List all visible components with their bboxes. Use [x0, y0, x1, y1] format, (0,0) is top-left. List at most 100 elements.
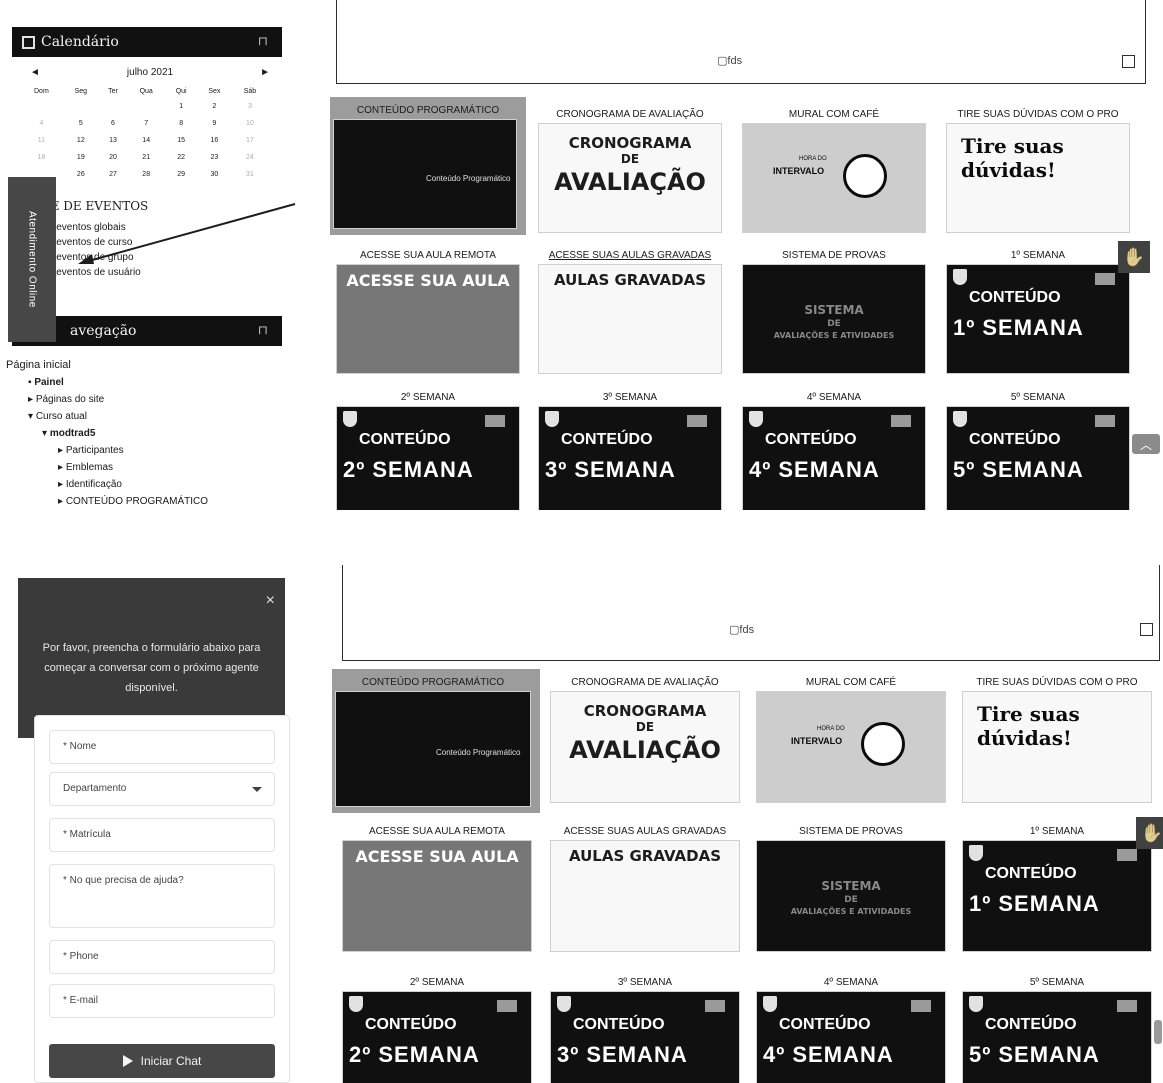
matricula-field[interactable]: * Matrícula	[49, 818, 275, 852]
calendar-day[interactable]: 1	[165, 98, 197, 115]
name-field[interactable]: * Nome	[49, 730, 275, 764]
tile-semana-1[interactable]: 1º SEMANA CONTEÚDO 1º SEMANA	[962, 824, 1152, 952]
dock-icon[interactable]: ⊓	[258, 323, 268, 337]
calendar-day[interactable]: 6	[99, 115, 127, 132]
calendar-day[interactable]: 13	[99, 132, 127, 149]
tile-semana-3[interactable]: 3º SEMANA CONTEÚDO 3º SEMANA	[550, 975, 740, 1083]
tile-sistema-provas[interactable]: SISTEMA DE PROVAS SISTEMA DE AVALIAÇÕES …	[742, 248, 926, 374]
book-icon	[891, 415, 911, 427]
weekday-header: Seg	[74, 87, 88, 95]
calendar-day[interactable]: 20	[99, 149, 127, 166]
nav-home-link[interactable]: Página inicial	[6, 359, 71, 371]
close-icon[interactable]: ×	[266, 592, 275, 610]
nav-item-badges[interactable]: ▸ Emblemas	[28, 462, 208, 479]
calendar-day[interactable]: 8	[165, 115, 197, 132]
calendar-day[interactable]: 26	[63, 166, 99, 183]
calendar-icon	[22, 35, 35, 49]
calendar-day[interactable]: 16	[197, 132, 232, 149]
prev-month-button[interactable]: ◄	[30, 67, 40, 78]
nav-item-participants[interactable]: ▸ Participantes	[28, 445, 208, 462]
help-textarea[interactable]: * No que precisa de ajuda?	[49, 864, 275, 928]
start-chat-button[interactable]: Iniciar Chat	[49, 1044, 275, 1078]
calendar-day[interactable]: 10	[232, 115, 268, 132]
nav-item-current-course[interactable]: ▾ Curso atual	[28, 411, 208, 428]
tile-art-text: 4º SEMANA	[763, 1042, 894, 1067]
calendar-day[interactable]: 14	[127, 132, 165, 149]
book-icon	[1095, 273, 1115, 285]
calendar-day[interactable]: 19	[63, 149, 99, 166]
hand-icon[interactable]: ✋	[1118, 241, 1150, 273]
tile-aulas-gravadas[interactable]: ACESSE SUAS AULAS GRAVADAS AULAS GRAVADA…	[538, 248, 722, 374]
tile-semana-3[interactable]: 3º SEMANA CONTEÚDO 3º SEMANA	[538, 390, 722, 510]
nav-item-programatico[interactable]: ▸ CONTEÚDO PROGRAMÁTICO	[28, 496, 208, 510]
calendar-day[interactable]: 30	[197, 166, 232, 183]
calendar-day[interactable]: 3	[232, 98, 268, 115]
phone-field[interactable]: * Phone	[49, 940, 275, 974]
calendar-day[interactable]: 22	[165, 149, 197, 166]
scrollbar-thumb[interactable]	[1154, 1020, 1162, 1044]
tile-art-text: SISTEMA	[804, 303, 864, 317]
calendar-day[interactable]: 17	[232, 132, 268, 149]
tile-mural[interactable]: MURAL COM CAFÉ INTERVALO HORA DO	[742, 107, 926, 233]
calendar-day[interactable]: 5	[63, 115, 99, 132]
tile-semana-4[interactable]: 4º SEMANA CONTEÚDO 4º SEMANA	[742, 390, 926, 510]
nav-item-course[interactable]: ▾ modtrad5	[28, 428, 208, 445]
tile-art-text: AVALIAÇÕES E ATIVIDADES	[790, 907, 912, 916]
checkbox-icon[interactable]	[1140, 623, 1153, 636]
tile-cronograma[interactable]: CRONOGRAMA DE AVALIAÇÃO CRONOGRAMA DE AV…	[538, 107, 722, 233]
calendar-day[interactable]: 18	[20, 149, 63, 166]
calendar-day[interactable]: 28	[127, 166, 165, 183]
calendar-day[interactable]: 9	[197, 115, 232, 132]
calendar-day[interactable]: 31	[232, 166, 268, 183]
tile-art-text: 1º SEMANA	[969, 891, 1100, 916]
tile-label: 1º SEMANA	[1010, 250, 1066, 261]
calendar-day[interactable]: 12	[63, 132, 99, 149]
calendar-day[interactable]: 27	[99, 166, 127, 183]
tile-label: ACESSE SUA AULA REMOTA	[369, 826, 505, 837]
tile-semana-5[interactable]: 5º SEMANA CONTEÚDO 5º SEMANA	[946, 390, 1130, 510]
tile-conteudo-programatico[interactable]: CONTEÚDO PROGRAMÁTICO Conteúdo Programát…	[330, 97, 526, 235]
tile-tire-duvidas[interactable]: TIRE SUAS DÚVIDAS COM O PRO Tire suas dúv…	[946, 107, 1130, 233]
nav-item-identification[interactable]: ▸ Identificação	[28, 479, 208, 496]
dock-icon[interactable]: ⊓	[258, 34, 268, 48]
tile-tire-duvidas[interactable]: TIRE SUAS DÚVIDAS COM O PRO Tire suas dúv…	[962, 675, 1152, 803]
tile-cronograma[interactable]: CRONOGRAMA DE AVALIAÇÃO CRONOGRAMA DE AV…	[550, 675, 740, 803]
calendar-day[interactable]: 29	[165, 166, 197, 183]
tile-art-text: AVALIAÇÃO	[554, 168, 706, 196]
next-month-button[interactable]: ►	[260, 67, 270, 78]
nav-item-painel[interactable]: ▪ Painel	[28, 377, 208, 394]
tile-art-text: ACESSE SUA AULA	[355, 847, 519, 866]
calendar-day[interactable]: 11	[20, 132, 63, 149]
email-field[interactable]: * E-mail	[49, 984, 275, 1018]
calendar-day[interactable]: 2	[197, 98, 232, 115]
shield-icon	[763, 996, 777, 1012]
tile-semana-5[interactable]: 5º SEMANA CONTEÚDO 5º SEMANA	[962, 975, 1152, 1083]
tile-aula-remota[interactable]: ACESSE SUA AULA REMOTA ACESSE SUA AULA	[336, 248, 520, 374]
atendimento-online-tab[interactable]: Atendimento Online	[8, 177, 56, 342]
calendar-block-header: Calendário ⊓	[12, 27, 282, 57]
tile-mural[interactable]: MURAL COM CAFÉ INTERVALO HORA DO	[756, 675, 946, 803]
calendar-day[interactable]: 21	[127, 149, 165, 166]
checkbox-icon[interactable]	[1122, 55, 1135, 68]
banner-image: ▢fds	[336, 0, 1146, 84]
tile-label: ACESSE SUAS AULAS GRAVADAS	[563, 826, 727, 837]
tile-semana-2[interactable]: 2º SEMANA CONTEÚDO 2º SEMANA	[342, 975, 532, 1083]
tile-semana-2[interactable]: 2º SEMANA CONTEÚDO 2º SEMANA	[336, 390, 520, 510]
nav-item-site-pages[interactable]: ▸ Páginas do site	[28, 394, 208, 411]
tile-semana-4[interactable]: 4º SEMANA CONTEÚDO 4º SEMANA	[756, 975, 946, 1083]
hand-icon[interactable]: ✋	[1136, 817, 1163, 849]
tile-aula-remota[interactable]: ACESSE SUA AULA REMOTA ACESSE SUA AULA	[342, 824, 532, 952]
department-select[interactable]: Departamento	[49, 772, 275, 806]
calendar-day[interactable]: 15	[165, 132, 197, 149]
tile-aulas-gravadas[interactable]: ACESSE SUAS AULAS GRAVADAS AULAS GRAVADA…	[550, 824, 740, 952]
tile-semana-1[interactable]: 1º SEMANA CONTEÚDO 1º SEMANA	[946, 248, 1130, 374]
chevron-up-icon[interactable]: ︿	[1132, 434, 1160, 454]
tile-conteudo-programatico[interactable]: CONTEÚDO PROGRAMÁTICO Conteúdo Programát…	[332, 669, 540, 813]
tile-art-text: HORA DO	[817, 726, 845, 732]
calendar-day[interactable]: 7	[127, 115, 165, 132]
calendar-day[interactable]: 24	[232, 149, 268, 166]
navigation-title: avegação	[70, 323, 137, 339]
calendar-day[interactable]: 23	[197, 149, 232, 166]
calendar-day[interactable]: 4	[20, 115, 63, 132]
tile-sistema-provas[interactable]: SISTEMA DE PROVAS SISTEMA DE AVALIAÇÕES …	[756, 824, 946, 952]
